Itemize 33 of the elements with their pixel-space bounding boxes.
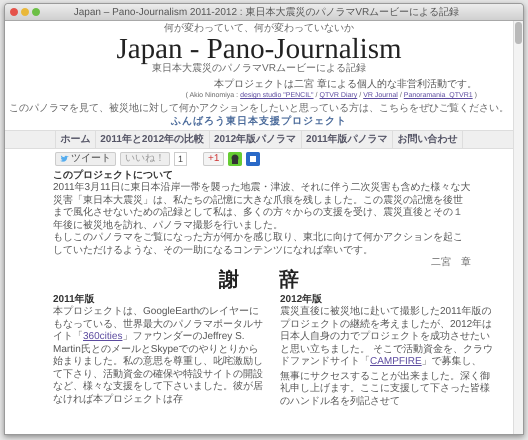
- column-heading: 2011年版: [53, 293, 96, 306]
- close-button[interactable]: [10, 8, 18, 16]
- thanks-heading: 謝 辞: [218, 269, 300, 291]
- section-heading: このプロジェクトについて: [53, 169, 174, 182]
- body-paragraph: 無事にサクセスすることが出来ました。深く御礼申し上げます。ここに支援して下さった皆様のハンドル名を列記させて: [280, 370, 491, 408]
- body-paragraph: もしこのパノラマをご覧になった方が何かを感じ取り、東北に向けて何かアクションを起こしていただけるような、その一助になるコンテンツになれば幸いです。: [53, 232, 464, 256]
- signature: 二宮 章: [430, 257, 471, 269]
- action-text: このパノラマを見て、被災地に対して何かアクションをしたいと思っている方は、こちらをぜひご覧ください。: [9, 103, 509, 115]
- scrollbar[interactable]: [513, 21, 523, 434]
- project-link[interactable]: ふんばろう東日本支援プロジェクト: [171, 115, 347, 128]
- scroll-thumb[interactable]: [515, 22, 522, 44]
- site-link[interactable]: 360cities: [83, 331, 122, 342]
- nav-tab[interactable]: 2012年版パノラマ: [208, 131, 301, 148]
- zoom-button[interactable]: [32, 8, 40, 16]
- site-link[interactable]: CAMPFIRE: [370, 356, 422, 367]
- site-subtitle: 東日本大震災のパノラマVRムービーによる記録: [152, 63, 366, 75]
- window-title: Japan – Pano-Journalism 2011-2012 : 東日本大震災のパノラマVRムービーによる記録: [72, 6, 460, 19]
- like-count: 1: [174, 152, 188, 166]
- credit-text: 本プロジェクトは二宮 章による個人的な非営利活動です。: [214, 79, 477, 91]
- nav-tab[interactable]: ホーム: [55, 131, 95, 148]
- tweet-button[interactable]: ツイート: [55, 152, 116, 166]
- body-paragraph: 2011年3月11日に東日本沿岸一帯を襲った地震・津波、それに伴う二次災害も含めた様々な大災害「東日本大震災」は、私たちの記憶に大きな爪痕を残しました。この震災の記憶を後世まで風化させないための記録として私は、多くの方々からの支援を受け、震災直後とその１年後に被災地を訪れ、パノラマ撮影を行いました。: [53, 182, 471, 232]
- body-paragraph: 本プロジェクトは、GoogleEarthのレイヤーにもなっている、世界最大のパノラマポータルサイト「360cities」ファウンダーのJeffrey S. Martin氏とのメールとSkypeでのやりとりから始まりました。私の意思を尊重し、叱咤激励して下さり、活動資金の確保や特設サイトの開設など、様々な支援をして下さいました。彼が居なければ本プロジェクトは存: [53, 306, 264, 406]
- bird-icon: [60, 155, 69, 163]
- site-title: Japan - Pano-Journalism: [116, 35, 402, 63]
- tagline: 何が変わっていて、何が変わっていないか: [164, 23, 354, 35]
- nav-tab[interactable]: お問い合わせ: [392, 131, 463, 148]
- column-heading: 2012年版: [280, 293, 324, 306]
- body-paragraph: 震災直後に被災地に赴いて撮影した2011年版のプロジェクトの継続を考えましたが、2012年は日本人自身の力でプロジェクトを成功させたいと思い立ちました。 そこで活動資金を、クラウドファンドサイト「CAMPFIRE」で募集し、: [280, 306, 493, 368]
- nav-tab[interactable]: 2011年と2012年の比較: [94, 131, 209, 148]
- plus-one-button[interactable]: +1: [203, 152, 224, 166]
- nav-tab[interactable]: 2011年版パノラマ: [300, 131, 392, 148]
- minimize-button[interactable]: [21, 8, 29, 16]
